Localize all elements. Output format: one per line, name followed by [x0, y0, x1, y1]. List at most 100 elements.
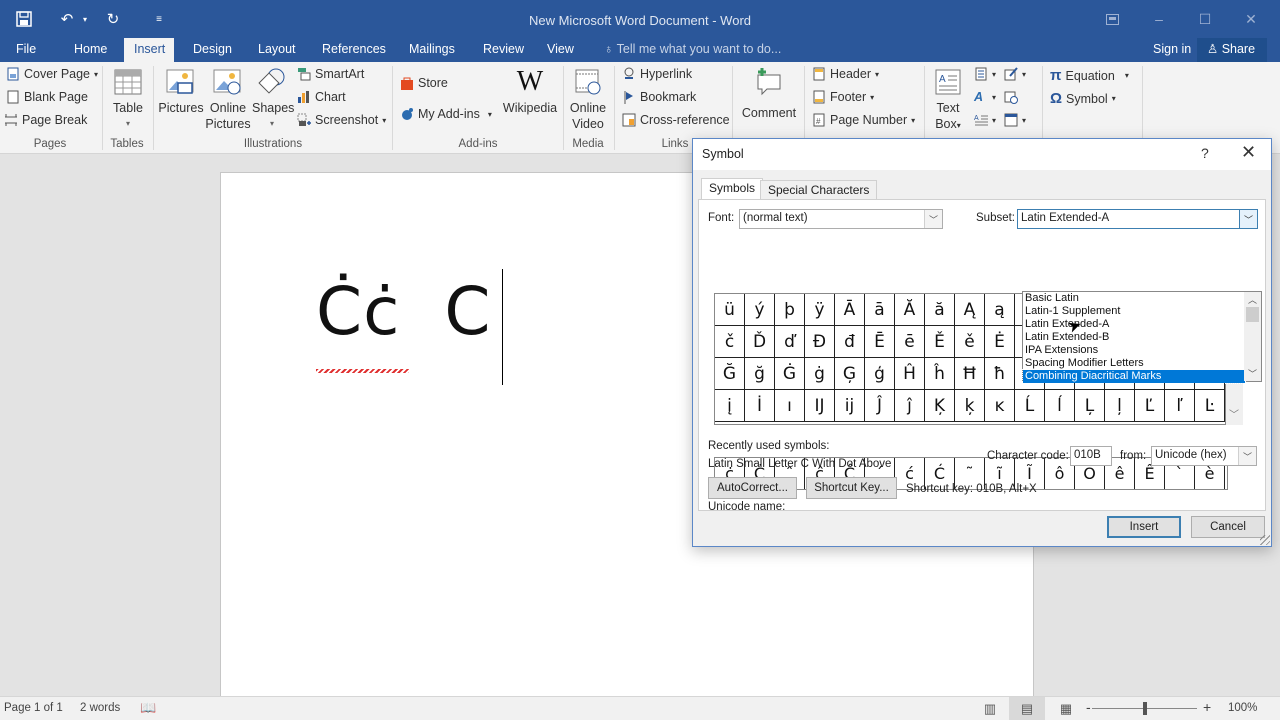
- symbol-cell[interactable]: Ē: [865, 326, 895, 358]
- symbol-cell[interactable]: ĥ: [925, 358, 955, 390]
- online-video-button[interactable]: Online Video: [566, 67, 610, 132]
- symbol-cell[interactable]: Ě: [925, 326, 955, 358]
- cover-page-button[interactable]: Cover Page ▾: [6, 67, 98, 81]
- symbol-cell[interactable]: ķ: [955, 390, 985, 422]
- symbol-cell[interactable]: þ: [775, 294, 805, 326]
- blank-page-button[interactable]: Blank Page: [6, 90, 88, 104]
- shapes-button[interactable]: Shapes ▾: [252, 67, 294, 132]
- header-button[interactable]: Header ▾: [812, 67, 879, 81]
- tell-me-search[interactable]: ♁ Tell me what you want to do...: [604, 38, 781, 62]
- zoom-slider-thumb[interactable]: [1142, 702, 1147, 715]
- symbol-cell[interactable]: Ģ: [835, 358, 865, 390]
- subset-option[interactable]: IPA Extensions: [1023, 344, 1245, 357]
- tab-references[interactable]: References: [312, 38, 396, 62]
- wordart-button[interactable]: A ▾: [974, 90, 996, 104]
- signature-line-button[interactable]: ▾: [1004, 67, 1026, 81]
- ribbon-display-icon[interactable]: [1097, 8, 1127, 30]
- date-time-button[interactable]: [1004, 90, 1018, 104]
- symbol-cell[interactable]: Ĥ: [895, 358, 925, 390]
- symbol-cell[interactable]: ă: [925, 294, 955, 326]
- subset-dropdown-list[interactable]: Basic Latin Latin-1 Supplement Latin Exten…: [1022, 291, 1262, 384]
- symbol-cell[interactable]: ľ: [1165, 390, 1195, 422]
- smartart-button[interactable]: SmartArt: [297, 67, 364, 81]
- tab-layout[interactable]: Layout: [248, 38, 306, 62]
- cross-reference-button[interactable]: Cross-reference: [622, 113, 730, 127]
- drop-cap-button[interactable]: A ▾: [974, 113, 996, 127]
- tab-insert[interactable]: Insert: [124, 38, 174, 62]
- dialog-close-button[interactable]: ✕: [1241, 142, 1256, 163]
- wikipedia-button[interactable]: W Wikipedia: [502, 67, 558, 116]
- scroll-down-icon[interactable]: ﹀: [1229, 406, 1239, 421]
- symbol-cell[interactable]: İ: [745, 390, 775, 422]
- symbol-cell[interactable]: ē: [895, 326, 925, 358]
- tab-design[interactable]: Design: [183, 38, 242, 62]
- symbol-cell[interactable]: ü: [715, 294, 745, 326]
- from-select[interactable]: Unicode (hex) ﹀: [1151, 446, 1257, 466]
- shortcut-key-button[interactable]: Shortcut Key...: [806, 477, 897, 499]
- store-button[interactable]: Store: [400, 76, 448, 90]
- tab-special-characters[interactable]: Special Characters: [760, 180, 878, 200]
- page-count[interactable]: Page 1 of 1: [4, 702, 63, 714]
- symbol-cell[interactable]: Ġ: [775, 358, 805, 390]
- scrollbar-thumb[interactable]: [1246, 307, 1259, 322]
- symbol-cell[interactable]: ĸ: [985, 390, 1015, 422]
- cancel-button[interactable]: Cancel: [1191, 516, 1265, 538]
- page-number-button[interactable]: # Page Number ▾: [812, 113, 915, 127]
- subset-option[interactable]: Latin Extended-A: [1023, 318, 1245, 331]
- zoom-in-button[interactable]: +: [1203, 699, 1211, 715]
- zoom-level[interactable]: 100%: [1228, 702, 1257, 714]
- symbol-cell[interactable]: į: [715, 390, 745, 422]
- symbol-cell[interactable]: Ą: [955, 294, 985, 326]
- subset-option[interactable]: Basic Latin: [1023, 292, 1245, 305]
- web-layout-icon[interactable]: ▦: [1048, 697, 1084, 720]
- subset-option[interactable]: Spacing Modifier Letters: [1023, 357, 1245, 370]
- table-button[interactable]: Table ▾: [106, 67, 150, 132]
- symbol-cell[interactable]: Ğ: [715, 358, 745, 390]
- insert-button[interactable]: Insert: [1107, 516, 1181, 538]
- object-button[interactable]: ▾: [1004, 113, 1026, 127]
- symbol-cell[interactable]: ı: [775, 390, 805, 422]
- symbol-cell[interactable]: ĵ: [895, 390, 925, 422]
- symbol-cell[interactable]: Ļ: [1075, 390, 1105, 422]
- tab-mailings[interactable]: Mailings: [399, 38, 465, 62]
- online-pictures-button[interactable]: Online Pictures: [204, 67, 252, 132]
- symbol-cell[interactable]: ĺ: [1045, 390, 1075, 422]
- quick-parts-button[interactable]: ▾: [974, 67, 996, 81]
- resize-grip-icon[interactable]: [1260, 535, 1270, 545]
- symbol-cell[interactable]: ą: [985, 294, 1015, 326]
- print-layout-icon[interactable]: ▤: [1009, 697, 1045, 720]
- screenshot-button[interactable]: Screenshot ▾: [297, 113, 386, 127]
- zoom-out-button[interactable]: -: [1086, 699, 1091, 715]
- tab-review[interactable]: Review: [473, 38, 534, 62]
- subset-option[interactable]: Latin-1 Supplement: [1023, 305, 1245, 318]
- minimize-button[interactable]: –: [1144, 8, 1174, 30]
- equation-button[interactable]: π Equation ▾: [1050, 67, 1129, 84]
- close-button[interactable]: ✕: [1236, 8, 1266, 30]
- character-code-input[interactable]: 010B: [1070, 446, 1112, 466]
- symbol-cell[interactable]: Đ: [805, 326, 835, 358]
- tab-symbols[interactable]: Symbols: [701, 178, 764, 200]
- footer-button[interactable]: Footer ▾: [812, 90, 874, 104]
- bookmark-button[interactable]: Bookmark: [622, 90, 696, 104]
- dialog-title-bar[interactable]: Symbol ? ✕: [693, 139, 1271, 170]
- symbol-cell[interactable]: ħ: [985, 358, 1015, 390]
- symbol-cell[interactable]: č: [715, 326, 745, 358]
- symbol-cell[interactable]: Ħ: [955, 358, 985, 390]
- symbol-cell[interactable]: ğ: [745, 358, 775, 390]
- symbol-cell[interactable]: Ă: [895, 294, 925, 326]
- chevron-down-icon[interactable]: ﹀: [924, 210, 942, 228]
- scroll-down-icon[interactable]: ﹀: [1248, 367, 1257, 380]
- my-addins-button[interactable]: My Add-ins ▾: [400, 107, 492, 121]
- scroll-up-icon[interactable]: ︿: [1248, 293, 1257, 306]
- chart-button[interactable]: Chart: [297, 90, 346, 104]
- symbol-cell[interactable]: đ: [835, 326, 865, 358]
- symbol-cell[interactable]: ď: [775, 326, 805, 358]
- symbol-cell[interactable]: Ķ: [925, 390, 955, 422]
- maximize-button[interactable]: ☐: [1190, 8, 1220, 30]
- help-button[interactable]: ?: [1201, 145, 1209, 161]
- sign-in-link[interactable]: Sign in: [1153, 38, 1191, 60]
- proofing-icon[interactable]: 📖: [140, 700, 156, 716]
- symbol-cell[interactable]: ā: [865, 294, 895, 326]
- hyperlink-button[interactable]: Hyperlink: [622, 67, 692, 81]
- subset-list-scrollbar[interactable]: ︿ ﹀: [1244, 292, 1261, 381]
